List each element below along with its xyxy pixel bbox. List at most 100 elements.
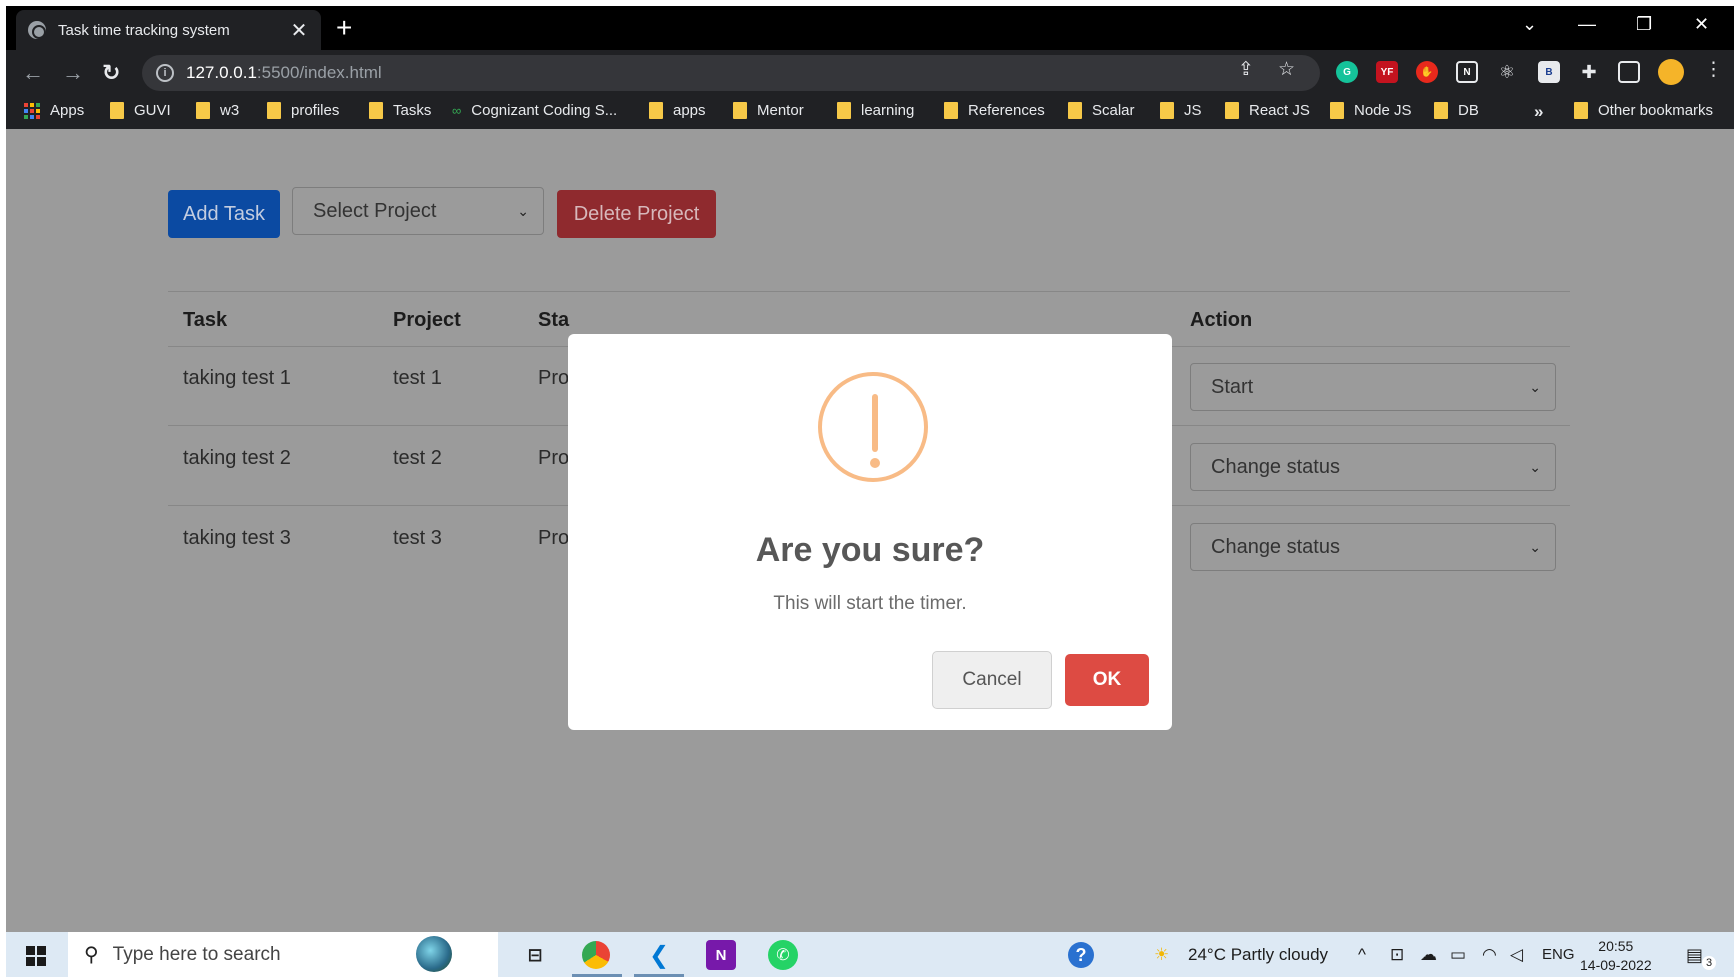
reload-icon[interactable]: ↻ <box>102 60 120 86</box>
notion-icon[interactable]: N <box>1456 61 1478 83</box>
bookmark-folder[interactable]: w3 <box>196 102 239 119</box>
tray-app-icon[interactable]: ⊡ <box>1390 945 1404 965</box>
cell-task: taking test 1 <box>183 367 291 389</box>
bookmark-folder[interactable]: GUVI <box>110 102 171 119</box>
bookmark-label: JS <box>1184 102 1202 119</box>
cell-status: Pro <box>538 447 570 469</box>
extensions-puzzle-icon[interactable]: ✚ <box>1578 61 1600 83</box>
profile-avatar[interactable] <box>1658 59 1684 85</box>
cancel-button[interactable]: Cancel <box>932 651 1052 709</box>
share-icon[interactable]: ⇪ <box>1238 58 1254 81</box>
wifi-icon[interactable]: ◠ <box>1482 945 1497 965</box>
chevron-up-icon[interactable]: ^ <box>1358 945 1366 965</box>
help-icon[interactable]: ? <box>1068 942 1094 968</box>
yf-extension-icon[interactable]: YF <box>1376 61 1398 83</box>
windows-start-icon[interactable] <box>26 946 46 966</box>
action-select[interactable]: Start ⌄ <box>1190 363 1556 411</box>
block-extension-icon[interactable]: ✋ <box>1416 61 1438 83</box>
notifications-icon[interactable]: ▤ <box>1686 945 1703 966</box>
ok-button[interactable]: OK <box>1065 654 1149 706</box>
bookmark-other[interactable]: Other bookmarks <box>1574 102 1713 119</box>
forward-icon[interactable]: → <box>62 60 84 86</box>
volume-muted-icon[interactable]: ◁ <box>1510 945 1523 965</box>
bookmark-folder[interactable]: References <box>944 102 1045 119</box>
react-devtools-icon[interactable]: ⚛ <box>1496 61 1518 83</box>
battery-icon[interactable]: ▭ <box>1450 945 1466 965</box>
cell-project: test 1 <box>393 367 442 389</box>
clock-date: 14-09-2022 <box>1580 957 1652 973</box>
folder-icon <box>1225 102 1239 119</box>
tab-search-icon[interactable]: ⌄ <box>1522 14 1537 35</box>
folder-icon <box>837 102 851 119</box>
tab-title: Task time tracking system <box>58 21 230 39</box>
b-extension-icon[interactable]: B <box>1538 61 1560 83</box>
bookmark-folder[interactable]: Mentor <box>733 102 804 119</box>
browser-toolbar: ← → ↻ i 127.0.0.1:5500/index.html ⇪ ☆ G … <box>6 50 1734 96</box>
browser-tab[interactable]: Task time tracking system ✕ <box>16 10 321 50</box>
search-highlight-icon[interactable] <box>416 936 452 972</box>
action-select-value: Start <box>1211 375 1254 398</box>
page-content: Add Task Select Project ⌄ Delete Project… <box>6 129 1734 932</box>
close-window-icon[interactable]: ✕ <box>1694 14 1709 35</box>
side-panel-icon[interactable] <box>1618 61 1640 83</box>
select-project-dropdown[interactable]: Select Project ⌄ <box>292 187 544 235</box>
action-select[interactable]: Change status ⌄ <box>1190 523 1556 571</box>
grammarly-icon[interactable]: G <box>1336 61 1358 83</box>
menu-kebab-icon[interactable]: ⋮ <box>1704 58 1723 81</box>
browser-window: Task time tracking system ✕ + ⌄ — ❐ ✕ ← … <box>6 6 1734 977</box>
vscode-icon[interactable]: ❮ <box>644 940 674 970</box>
chrome-icon[interactable] <box>582 941 610 969</box>
bookmark-folder[interactable]: JS <box>1160 102 1202 119</box>
onenote-icon[interactable]: N <box>706 940 736 970</box>
bookmark-folder[interactable]: Scalar <box>1068 102 1135 119</box>
warning-icon <box>818 372 928 482</box>
search-placeholder: Type here to search <box>112 943 281 965</box>
weather-text[interactable]: 24°C Partly cloudy <box>1188 945 1328 965</box>
bookmark-folder[interactable]: profiles <box>267 102 339 119</box>
cell-project: test 3 <box>393 527 442 549</box>
more-bookmarks-icon[interactable]: » <box>1534 102 1543 122</box>
bookmark-label: Scalar <box>1092 102 1135 119</box>
bookmark-folder[interactable]: apps <box>649 102 706 119</box>
folder-icon <box>1330 102 1344 119</box>
add-task-button[interactable]: Add Task <box>168 190 280 238</box>
restore-icon[interactable]: ❐ <box>1636 14 1652 35</box>
address-bar[interactable]: i 127.0.0.1:5500/index.html <box>142 55 1320 91</box>
notification-count: 3 <box>1702 956 1716 970</box>
minimize-icon[interactable]: — <box>1578 14 1596 35</box>
back-icon[interactable]: ← <box>22 60 44 86</box>
folder-icon <box>1068 102 1082 119</box>
bookmark-label: profiles <box>291 102 340 119</box>
bookmark-apps[interactable]: Apps <box>24 102 84 119</box>
bookmark-folder[interactable]: learning <box>837 102 914 119</box>
bookmark-label: Apps <box>50 102 85 119</box>
bookmark-folder[interactable]: React JS <box>1225 102 1310 119</box>
clock[interactable]: 20:55 14-09-2022 <box>1580 937 1652 975</box>
whatsapp-icon[interactable]: ✆ <box>768 940 798 970</box>
bookmark-label: w3 <box>220 102 240 119</box>
bookmark-folder[interactable]: Node JS <box>1330 102 1412 119</box>
header-task: Task <box>183 309 228 331</box>
bookmark-link[interactable]: ∞ Cognizant Coding S... <box>452 102 617 119</box>
folder-icon <box>1574 102 1588 119</box>
cell-project: test 2 <box>393 447 442 469</box>
bookmark-folder[interactable]: DB <box>1434 102 1479 119</box>
new-tab-button[interactable]: + <box>336 12 352 44</box>
cell-status: Pro <box>538 527 570 549</box>
dialog-title: Are you sure? <box>755 531 985 569</box>
info-icon[interactable]: i <box>156 64 174 82</box>
bookmark-folder[interactable]: Tasks <box>369 102 431 119</box>
bookmark-label: GUVI <box>134 102 171 119</box>
delete-project-button[interactable]: Delete Project <box>557 190 716 238</box>
onedrive-icon[interactable]: ☁ <box>1420 945 1437 965</box>
folder-icon <box>1434 102 1448 119</box>
folder-icon <box>733 102 747 119</box>
folder-icon <box>649 102 663 119</box>
tab-close-icon[interactable]: ✕ <box>289 18 309 43</box>
task-view-icon[interactable]: ⊟ <box>520 940 550 970</box>
bookmark-label: Other bookmarks <box>1598 102 1714 119</box>
bookmark-star-icon[interactable]: ☆ <box>1278 58 1295 81</box>
language-indicator[interactable]: ENG <box>1542 946 1575 963</box>
chevron-down-icon: ⌄ <box>1529 458 1541 475</box>
action-select[interactable]: Change status ⌄ <box>1190 443 1556 491</box>
